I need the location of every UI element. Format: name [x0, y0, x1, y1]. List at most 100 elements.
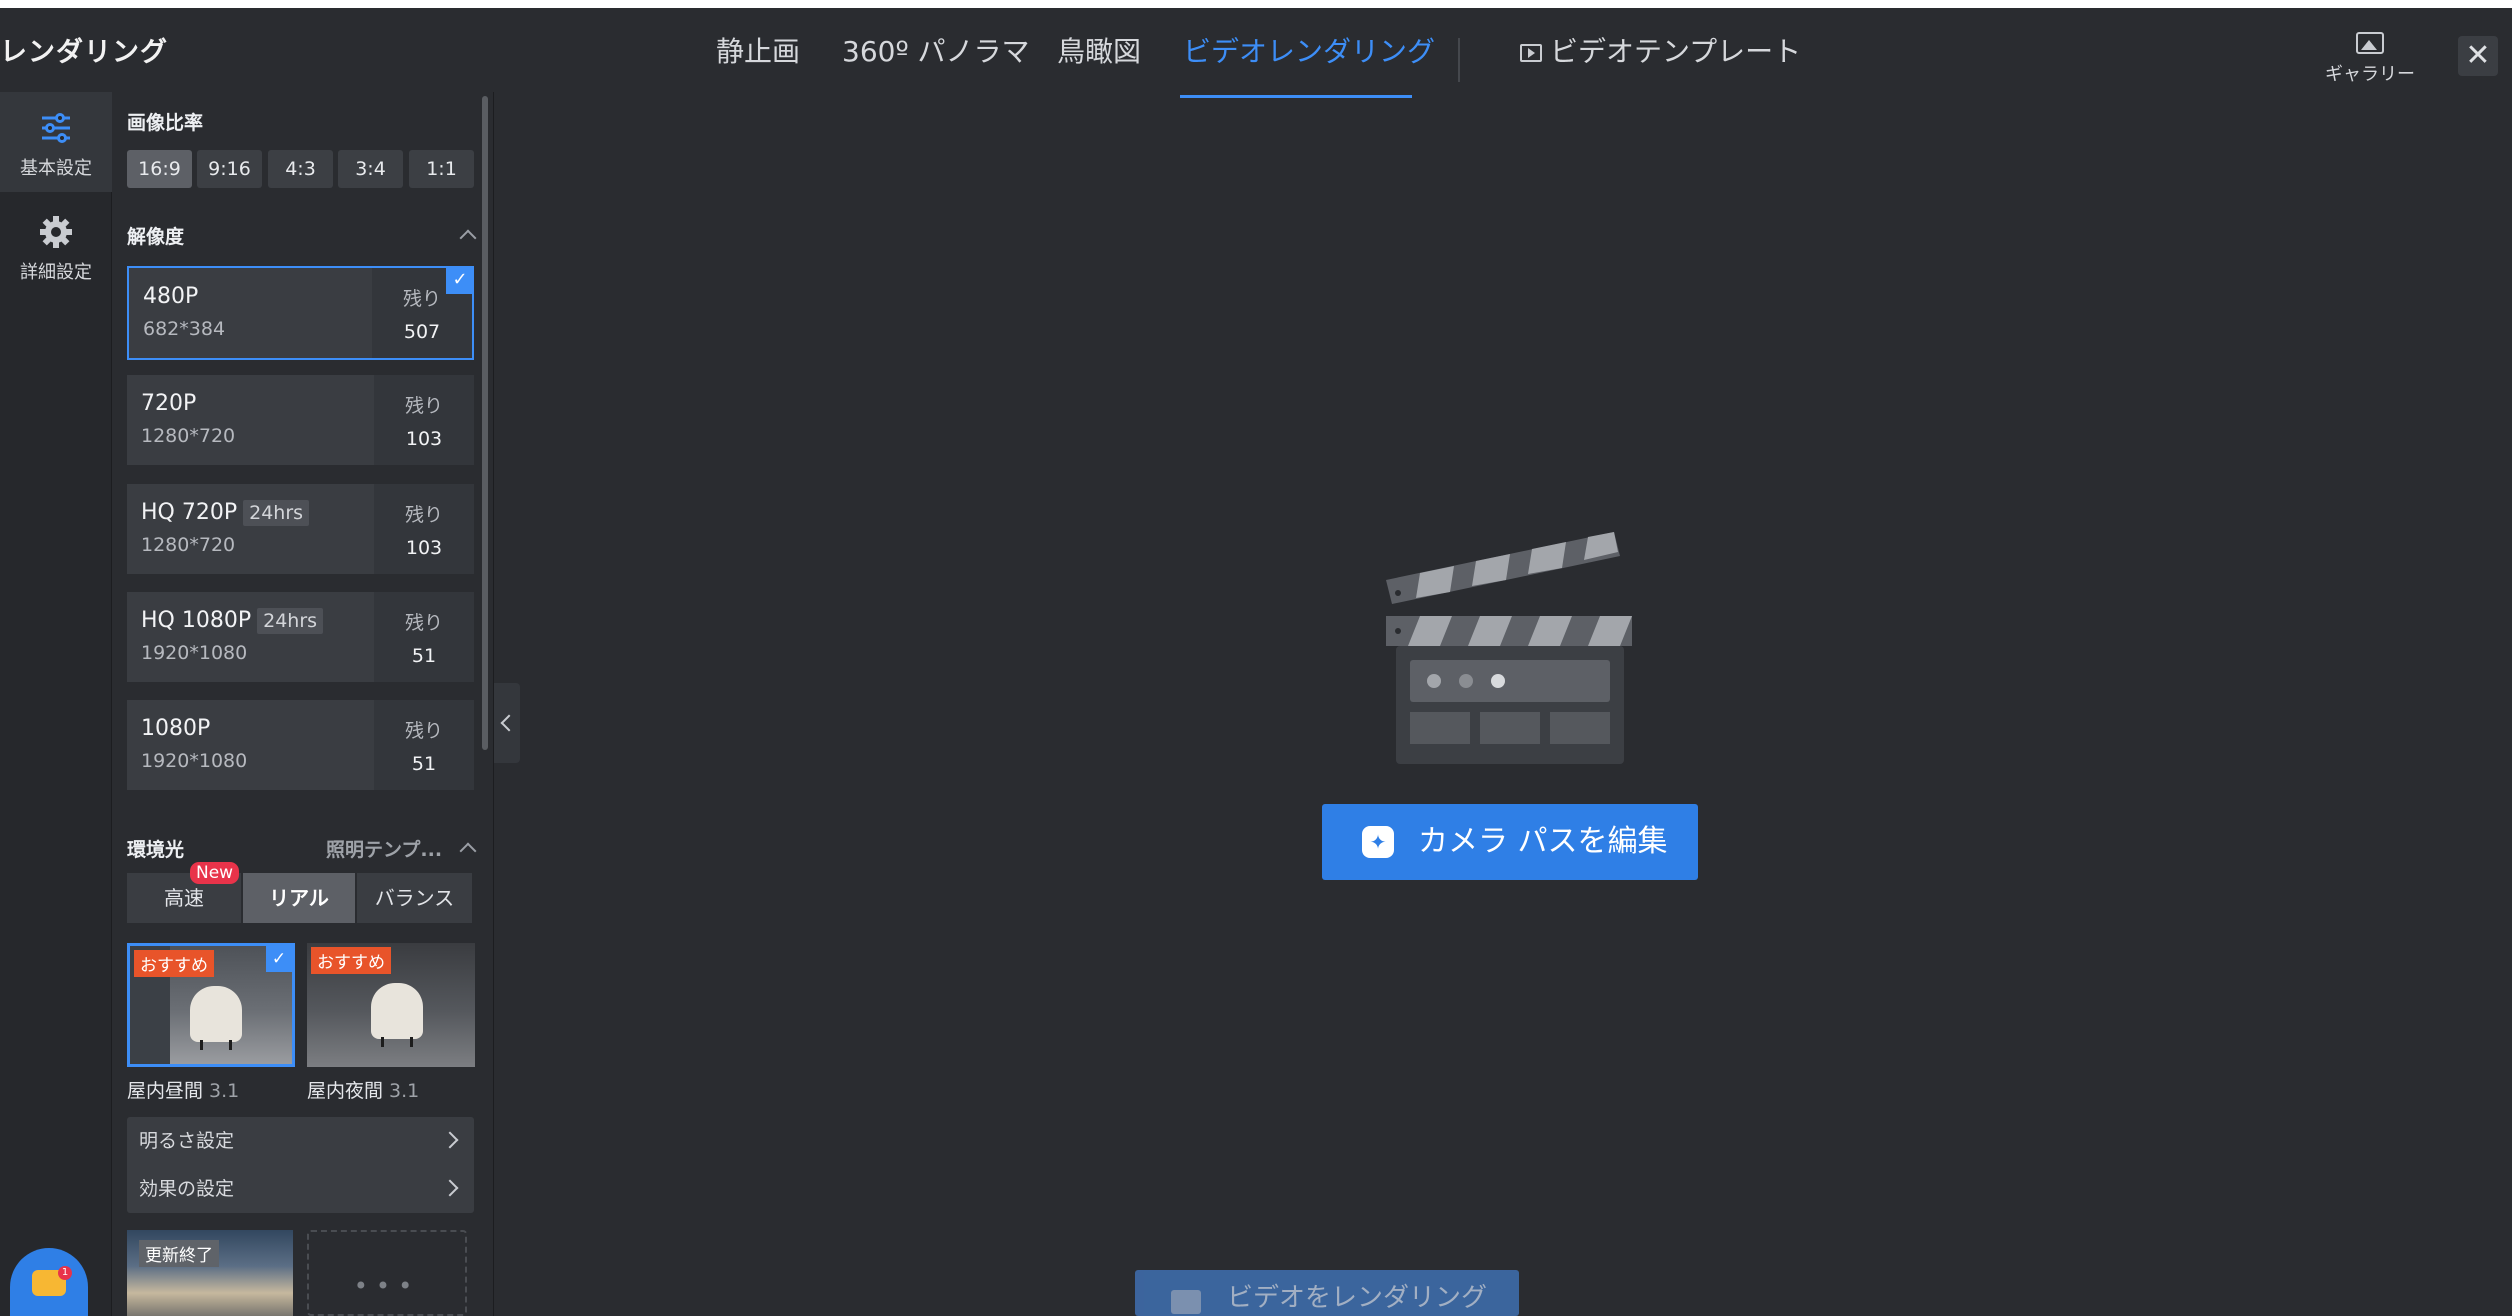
- clapper-top-icon: [1386, 532, 1620, 604]
- recommended-tag: おすすめ: [311, 947, 391, 974]
- lighting-mode-balance[interactable]: バランス: [357, 873, 472, 923]
- gallery-button[interactable]: ギャラリー: [2318, 28, 2422, 88]
- lighting-mode-real[interactable]: リアル: [243, 873, 355, 923]
- aspect-ratio-title: 画像比率: [127, 112, 204, 134]
- resolution-dims: 1280*720: [141, 425, 236, 447]
- edit-camera-path-label: カメラ パスを編集: [1418, 824, 1668, 859]
- ratio-3-4-button[interactable]: 3:4: [338, 150, 403, 188]
- image-gallery-icon: [2356, 32, 2384, 54]
- tab-divider: [1458, 38, 1460, 82]
- resolution-name: 1080P: [141, 716, 211, 741]
- chevron-right-icon: [441, 1131, 459, 1149]
- header: レンダリング 静止画 360º パノラマ 鳥瞰図 ビデオレンダリング ビデオテン…: [0, 8, 2512, 98]
- preset-version: 3.1: [209, 1080, 240, 1102]
- more-thumbnail-placeholder[interactable]: •••: [307, 1230, 467, 1316]
- remaining-value: 51: [411, 753, 437, 775]
- recommended-tag: おすすめ: [134, 950, 214, 977]
- update-ended-tag: 更新終了: [139, 1240, 219, 1267]
- lighting-preset-indoor-night[interactable]: おすすめ: [307, 943, 475, 1067]
- ratio-4-3-button[interactable]: 4:3: [268, 150, 333, 188]
- time-badge: 24hrs: [257, 608, 324, 634]
- resolution-dims: 1280*720: [141, 534, 236, 556]
- resolution-dims: 682*384: [143, 318, 226, 340]
- tab-video-rendering[interactable]: ビデオレンダリング: [1183, 30, 1435, 70]
- resolution-card-hq-1080p[interactable]: HQ 1080P 24hrs 1920*1080 残り 51: [127, 592, 474, 682]
- chair-leg-shape: [200, 1040, 232, 1050]
- video-template-icon: [1520, 44, 1542, 62]
- resolution-name: 720P: [141, 391, 197, 416]
- resolution-card-720p[interactable]: 720P 1280*720 残り 103: [127, 375, 474, 465]
- panel-scrollbar[interactable]: [482, 96, 488, 750]
- remaining-value: 103: [405, 428, 443, 450]
- resolution-name: HQ 720P 24hrs: [141, 500, 310, 526]
- chat-notification-badge: 1: [58, 1266, 72, 1280]
- camera-path-icon: ✦: [1362, 826, 1394, 858]
- new-badge: New: [190, 862, 240, 884]
- remaining-value: 51: [411, 645, 437, 667]
- resolution-dims: 1920*1080: [141, 750, 248, 772]
- lighting-template-link[interactable]: 照明テンプ...: [326, 835, 442, 862]
- ratio-1-1-button[interactable]: 1:1: [409, 150, 474, 188]
- remaining-value: 507: [403, 321, 441, 343]
- app-title: レンダリング: [0, 37, 168, 68]
- brightness-settings-row[interactable]: 明るさ設定: [139, 1121, 462, 1161]
- brightness-settings-label: 明るさ設定: [139, 1130, 235, 1152]
- remaining-value: 103: [405, 537, 443, 559]
- effect-settings-label: 効果の設定: [139, 1178, 235, 1200]
- remaining-label: 残り: [404, 612, 443, 634]
- lighting-preset-indoor-day[interactable]: おすすめ ✓: [127, 943, 295, 1067]
- chair-leg-shape: [381, 1037, 413, 1047]
- resolution-name: 480P: [143, 284, 199, 309]
- chat-button[interactable]: 1: [10, 1248, 88, 1316]
- remaining-count: 残り 51: [374, 700, 474, 790]
- preset-version: 3.1: [389, 1080, 420, 1102]
- remaining-count: 残り 103: [374, 375, 474, 465]
- gallery-label: ギャラリー: [2325, 64, 2415, 85]
- nav-label-advanced-settings: 詳細設定: [20, 262, 92, 283]
- collapse-panel-handle[interactable]: [494, 683, 520, 763]
- effect-settings-row[interactable]: 効果の設定: [139, 1169, 462, 1209]
- render-video-label: ビデオをレンダリング: [1227, 1283, 1488, 1313]
- render-video-button[interactable]: ビデオをレンダリング: [1135, 1270, 1519, 1316]
- resolution-title: 解像度: [127, 226, 185, 248]
- video-icon: [1171, 1290, 1201, 1314]
- time-badge: 24hrs: [243, 500, 310, 526]
- check-icon: ✓: [446, 266, 474, 294]
- lighting-title: 環境光: [127, 839, 185, 861]
- resolution-card-hq-720p[interactable]: HQ 720P 24hrs 1280*720 残り 103: [127, 484, 474, 574]
- video-template-label: ビデオテンプレート: [1550, 35, 1802, 68]
- remaining-count: 残り 51: [374, 592, 474, 682]
- close-button[interactable]: ✕: [2458, 36, 2498, 76]
- tab-still-image[interactable]: 静止画: [716, 30, 800, 70]
- ratio-16-9-button[interactable]: 16:9: [127, 150, 192, 188]
- left-nav: 基本設定 詳細設定: [0, 92, 112, 1316]
- gear-icon: [38, 214, 74, 250]
- tab-360-panorama[interactable]: 360º パノラマ: [842, 30, 1030, 70]
- resolution-card-1080p[interactable]: 1080P 1920*1080 残り 51: [127, 700, 474, 790]
- clapper-body-icon: [1386, 616, 1632, 764]
- nav-item-advanced-settings[interactable]: 詳細設定: [0, 196, 112, 296]
- top-strip: [0, 0, 2512, 8]
- preset-name: 屋内昼間: [127, 1080, 204, 1102]
- preset-caption-indoor-night: 屋内夜間 3.1: [307, 1076, 419, 1103]
- resolution-card-480p[interactable]: 480P 682*384 残り 507 ✓: [127, 266, 474, 360]
- preset-caption-indoor-day: 屋内昼間 3.1: [127, 1076, 239, 1103]
- sliders-icon: [38, 110, 74, 146]
- environment-thumbnail[interactable]: 更新終了: [127, 1230, 293, 1316]
- resolution-name-text: HQ 720P: [141, 500, 238, 525]
- chevron-right-icon: [441, 1179, 459, 1197]
- resolution-name-text: HQ 1080P: [141, 608, 252, 633]
- tab-birds-eye[interactable]: 鳥瞰図: [1057, 30, 1141, 70]
- video-template-button[interactable]: ビデオテンプレート: [1520, 30, 1801, 70]
- resolution-name: HQ 1080P 24hrs: [141, 608, 324, 634]
- nav-label-basic-settings: 基本設定: [20, 158, 92, 179]
- remaining-label: 残り: [404, 720, 443, 742]
- close-icon: ✕: [2465, 38, 2491, 73]
- nav-item-basic-settings[interactable]: 基本設定: [0, 92, 112, 192]
- edit-camera-path-button[interactable]: ✦ カメラ パスを編集: [1322, 804, 1698, 880]
- preset-name: 屋内夜間: [307, 1080, 384, 1102]
- remaining-label: 残り: [404, 504, 443, 526]
- lighting-settings-box: 明るさ設定 効果の設定: [127, 1117, 474, 1213]
- chair-shape: [371, 983, 423, 1039]
- ratio-9-16-button[interactable]: 9:16: [197, 150, 262, 188]
